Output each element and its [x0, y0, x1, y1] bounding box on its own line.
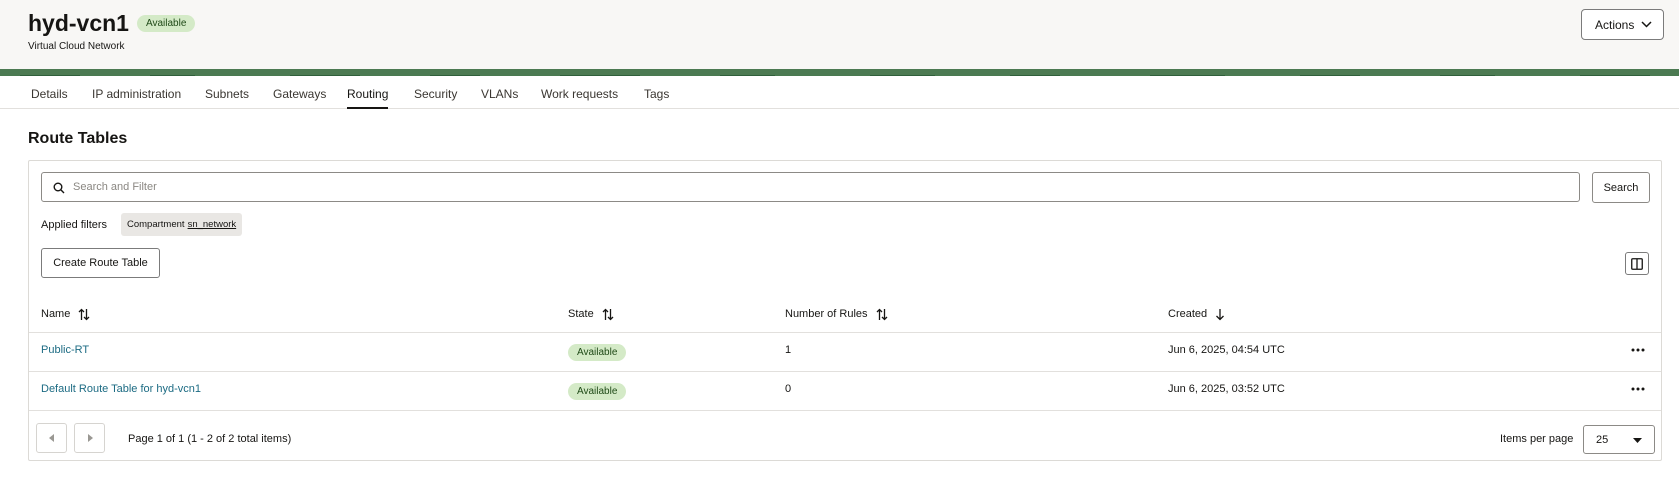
pagination-info: Page 1 of 1 (1 - 2 of 2 total items): [128, 433, 292, 445]
applied-filters-label: Applied filters: [41, 219, 108, 231]
chevron-down-icon: [1641, 21, 1652, 28]
more-options-icon: [1631, 387, 1645, 391]
column-header-number-of-rules[interactable]: Number of Rules: [785, 306, 888, 322]
filter-chip-compartment[interactable]: Compartment sn_network: [121, 213, 243, 236]
tab-work-requests[interactable]: Work requests: [541, 76, 618, 109]
rules-count-cell: 1: [785, 344, 792, 356]
state-cell: Available: [568, 342, 627, 361]
tab-details[interactable]: Details: [31, 76, 68, 109]
route-table-name-link[interactable]: Default Route Table for hyd-vcn1: [41, 382, 201, 396]
page-title: hyd-vcn1: [28, 10, 129, 36]
tab-gateways[interactable]: Gateways: [273, 76, 326, 109]
caret-right-icon: [87, 434, 93, 442]
create-route-table-button[interactable]: Create Route Table: [41, 248, 160, 278]
tab-tags[interactable]: Tags: [644, 76, 669, 109]
decorative-banner: [0, 69, 1679, 76]
row-actions-button[interactable]: [1628, 382, 1648, 396]
items-per-page-value: 25: [1596, 433, 1609, 446]
tab-security[interactable]: Security: [414, 76, 457, 109]
table-divider: [29, 371, 1661, 372]
search-field[interactable]: [41, 172, 1580, 202]
table-divider: [29, 332, 1661, 333]
row-actions-button[interactable]: [1628, 343, 1648, 357]
actions-button[interactable]: Actions: [1581, 9, 1664, 40]
table-divider: [29, 410, 1661, 411]
sort-icon: [602, 308, 614, 320]
search-input[interactable]: [73, 174, 1563, 200]
created-cell: Jun 6, 2025, 04:54 UTC: [1168, 344, 1285, 356]
sort-descending-icon: [1216, 308, 1225, 320]
column-header-state[interactable]: State: [568, 306, 614, 322]
caret-down-icon: [1633, 438, 1642, 443]
state-cell: Available: [568, 381, 627, 400]
status-badge: Available: [568, 383, 627, 400]
filter-chip-key: Compartment: [127, 219, 185, 230]
filter-chip-value[interactable]: sn_network: [188, 219, 237, 230]
column-header-created[interactable]: Created: [1168, 306, 1225, 322]
search-icon: [53, 182, 65, 194]
tab-subnets[interactable]: Subnets: [205, 76, 249, 109]
items-per-page-select[interactable]: 25: [1583, 425, 1655, 454]
route-table-name-link[interactable]: Public-RT: [41, 343, 89, 357]
manage-columns-button[interactable]: [1625, 252, 1649, 275]
resource-type-label: Virtual Cloud Network: [28, 41, 125, 52]
columns-icon: [1631, 257, 1643, 270]
more-options-icon: [1631, 348, 1645, 352]
status-badge: Available: [137, 15, 196, 32]
tab-vlans[interactable]: VLANs: [481, 76, 518, 109]
page-header: hyd-vcn1 Available Virtual Cloud Network…: [0, 0, 1679, 70]
tab-bar: Details IP administration Subnets Gatewa…: [0, 76, 1679, 109]
previous-page-button[interactable]: [36, 423, 67, 453]
sort-icon: [78, 308, 90, 320]
next-page-button[interactable]: [74, 423, 105, 453]
tab-ip-administration[interactable]: IP administration: [92, 76, 181, 109]
created-cell: Jun 6, 2025, 03:52 UTC: [1168, 383, 1285, 395]
caret-left-icon: [48, 434, 54, 442]
tab-routing[interactable]: Routing: [347, 76, 389, 109]
status-badge: Available: [568, 344, 627, 361]
search-button[interactable]: Search: [1592, 172, 1650, 203]
sort-icon: [876, 308, 888, 320]
column-header-name[interactable]: Name: [41, 306, 90, 322]
rules-count-cell: 0: [785, 383, 792, 395]
items-per-page-label: Items per page: [1500, 433, 1574, 445]
section-title: Route Tables: [28, 130, 128, 147]
actions-button-label: Actions: [1595, 17, 1635, 32]
